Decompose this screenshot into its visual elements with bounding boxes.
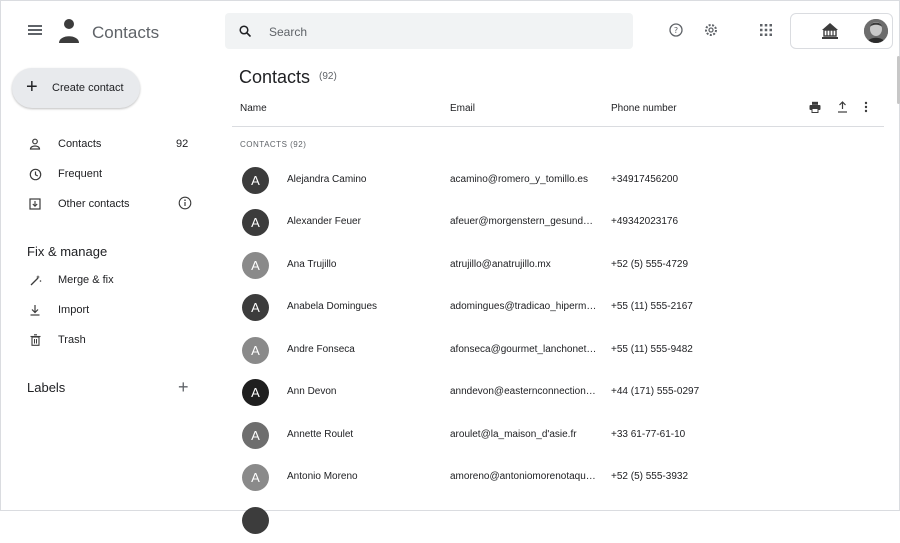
create-contact-button[interactable]: + Create contact — [12, 68, 140, 108]
contact-phone: +55 (11) 555-2167 — [611, 301, 693, 312]
contacts-person-icon — [58, 18, 80, 47]
trash-icon — [28, 333, 42, 347]
contact-name: Alexander Feuer — [287, 216, 361, 227]
sidebar-item-label: Other contacts — [58, 198, 130, 210]
more-options-icon[interactable] — [864, 101, 868, 116]
sidebar-item-label: Import — [58, 304, 90, 316]
table-row[interactable]: A Antonio Moreno amoreno@antoniomorenotaqu… — [232, 460, 884, 500]
contact-email: anndevon@easternconnection… — [450, 386, 596, 397]
contact-name: Alejandra Camino — [287, 174, 367, 185]
person-icon — [28, 137, 42, 151]
contact-email: acamino@romero_y_tomillo.es — [450, 174, 588, 185]
apps-grid-icon[interactable] — [758, 22, 774, 38]
contact-email: amoreno@antoniomorenotaqu… — [450, 471, 596, 482]
contact-name: Annette Roulet — [287, 429, 354, 440]
sidebar-item-contacts[interactable]: Contacts 92 — [0, 132, 210, 158]
other-contacts-icon — [28, 197, 42, 211]
contact-email: afeuer@morgenstern_gesund… — [450, 216, 594, 227]
contact-phone: +33 61-77-61-10 — [611, 429, 686, 440]
avatar: A — [242, 252, 269, 279]
contact-name: Anabela Domingues — [287, 301, 378, 312]
search-bar[interactable] — [225, 13, 633, 49]
sidebar-item-frequent[interactable]: Frequent — [0, 162, 210, 188]
org-logo-icon — [819, 20, 841, 45]
table-row[interactable]: A Andre Fonseca afonseca@gourmet_lanchonet… — [232, 333, 884, 373]
avatar: A — [242, 422, 269, 449]
history-icon — [28, 167, 42, 181]
app-title[interactable]: Contacts — [92, 23, 159, 43]
download-icon — [28, 303, 42, 317]
contact-phone: +52 (5) 555-3932 — [611, 471, 689, 482]
column-header-name[interactable]: Name — [240, 103, 267, 114]
contact-email: adomingues@tradicao_hiperm… — [450, 301, 597, 312]
contact-email: afonseca@gourmet_lanchonet… — [450, 344, 597, 355]
contact-phone: +55 (11) 555-9482 — [611, 344, 693, 355]
group-label: CONTACTS (92) — [240, 140, 307, 149]
avatar — [242, 507, 269, 534]
avatar: A — [242, 379, 269, 406]
contact-email: atrujillo@anatrujillo.mx — [450, 259, 551, 270]
search-icon[interactable] — [239, 25, 252, 40]
header-divider — [232, 126, 884, 127]
contact-name: Ann Devon — [287, 386, 337, 397]
hamburger-menu-icon[interactable] — [28, 25, 42, 35]
labels-heading: Labels — [27, 380, 66, 395]
avatar: A — [242, 294, 269, 321]
sidebar-item-label: Contacts — [58, 138, 102, 150]
help-icon[interactable]: ? — [668, 22, 684, 38]
contact-phone: +52 (5) 555-4729 — [611, 259, 689, 270]
magic-wand-icon — [28, 273, 42, 287]
contact-name: Ana Trujillo — [287, 259, 337, 270]
page-title: Contacts — [239, 67, 311, 87]
column-header-phone[interactable]: Phone number — [611, 103, 677, 114]
contact-phone: +49342023176 — [611, 216, 679, 227]
sidebar-item-label: Frequent — [58, 168, 103, 180]
add-label-icon[interactable]: + — [178, 377, 189, 398]
table-row[interactable]: A Ana Trujillo atrujillo@anatrujillo.mx +52… — [232, 248, 884, 288]
svg-text:?: ? — [674, 26, 678, 35]
account-avatar[interactable] — [864, 19, 888, 43]
plus-icon: + — [26, 76, 38, 98]
contacts-count: 92 — [176, 138, 189, 150]
sidebar-item-import[interactable]: Import — [0, 298, 210, 324]
avatar: A — [242, 464, 269, 491]
avatar: A — [242, 209, 269, 236]
account-switcher[interactable] — [790, 13, 893, 49]
info-icon[interactable] — [178, 196, 192, 213]
table-row[interactable]: A Anabela Domingues adomingues@tradicao_hi… — [232, 290, 884, 330]
avatar: A — [242, 167, 269, 194]
contact-name: Andre Fonseca — [287, 344, 355, 355]
sidebar-item-merge-fix[interactable]: Merge & fix — [0, 268, 210, 294]
print-icon[interactable] — [809, 101, 821, 116]
settings-icon[interactable] — [703, 22, 719, 38]
table-row[interactable]: A Alexander Feuer afeuer@morgenstern_gesun… — [232, 205, 884, 245]
sidebar-item-label: Trash — [58, 334, 86, 346]
fix-manage-heading: Fix & manage — [27, 244, 108, 259]
sidebar-item-trash[interactable]: Trash — [0, 328, 210, 354]
table-row-partial[interactable] — [232, 503, 884, 543]
page-title-count: (92) — [319, 71, 337, 82]
contact-phone: +34917456200 — [611, 174, 679, 185]
search-input[interactable] — [267, 22, 611, 42]
table-row[interactable]: A Ann Devon anndevon@easternconnection… +44… — [232, 375, 884, 415]
sidebar-item-other-contacts[interactable]: Other contacts — [0, 192, 210, 218]
table-row[interactable]: A Alejandra Camino acamino@romero_y_tomill… — [232, 163, 884, 203]
create-contact-label: Create contact — [52, 82, 124, 94]
contact-name: Antonio Moreno — [287, 471, 358, 482]
table-row[interactable]: A Annette Roulet aroulet@la_maison_d'asie.… — [232, 418, 884, 458]
export-icon[interactable] — [837, 101, 848, 116]
column-header-email[interactable]: Email — [450, 103, 475, 114]
sidebar-item-label: Merge & fix — [58, 274, 114, 286]
contact-phone: +44 (171) 555-0297 — [611, 386, 700, 397]
avatar: A — [242, 337, 269, 364]
contact-email: aroulet@la_maison_d'asie.fr — [450, 429, 577, 440]
